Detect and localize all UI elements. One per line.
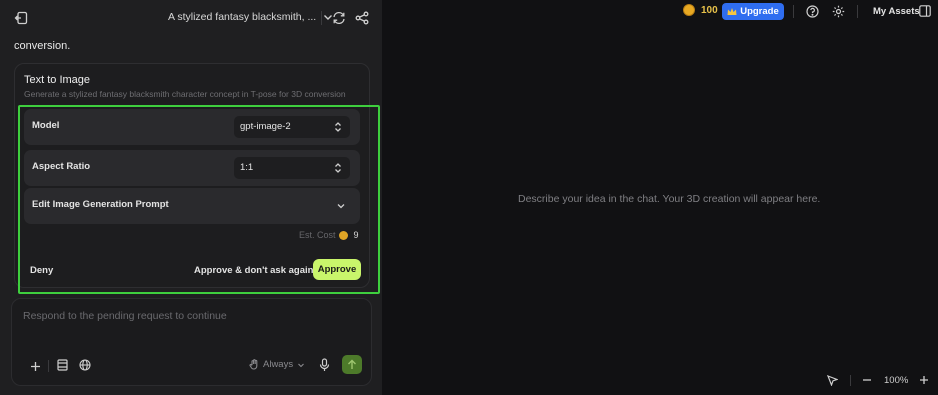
document-icon[interactable] — [56, 358, 68, 372]
help-icon[interactable] — [805, 4, 819, 18]
chat-input[interactable]: Respond to the pending request to contin… — [23, 310, 227, 322]
upgrade-label: Upgrade — [740, 6, 779, 17]
divider — [793, 5, 794, 18]
chat-input-box: Respond to the pending request to contin… — [11, 298, 372, 386]
approval-mode-label: Always — [263, 359, 294, 370]
microphone-icon[interactable] — [318, 357, 330, 372]
refresh-icon[interactable] — [331, 10, 347, 26]
credits-count: 100 — [701, 4, 718, 16]
send-button[interactable] — [342, 355, 362, 374]
globe-icon[interactable] — [78, 358, 92, 372]
my-assets-link[interactable]: My Assets — [873, 6, 920, 17]
tool-card-title: Text to Image — [24, 74, 91, 86]
upgrade-button[interactable]: Upgrade — [722, 3, 784, 20]
canvas-empty-message: Describe your idea in the chat. Your 3D … — [518, 193, 821, 205]
zoom-in-icon[interactable] — [918, 374, 930, 386]
conversation-title: A stylized fantasy blacksmith, ... — [168, 11, 317, 23]
divider — [48, 360, 49, 372]
hand-icon — [249, 359, 258, 370]
exit-icon[interactable] — [12, 9, 30, 27]
tool-card-subtitle: Generate a stylized fantasy blacksmith c… — [24, 89, 346, 99]
previous-message-text: conversion. — [14, 40, 71, 52]
panel-toggle-icon[interactable] — [918, 4, 931, 17]
approval-mode-dropdown[interactable]: Always — [249, 359, 305, 370]
plus-icon[interactable] — [29, 360, 41, 372]
divider — [321, 11, 322, 25]
crown-icon — [727, 8, 737, 15]
coin-icon — [683, 4, 695, 16]
pointer-icon[interactable] — [826, 374, 838, 386]
conversation-title-dropdown[interactable]: A stylized fantasy blacksmith, ... — [168, 11, 334, 23]
credits-display: 100 — [683, 4, 718, 16]
divider — [857, 5, 858, 18]
chat-topbar: A stylized fantasy blacksmith, ... — [0, 0, 382, 36]
zoom-level: 100% — [884, 375, 909, 386]
divider — [850, 375, 851, 386]
chevron-down-icon — [298, 363, 304, 367]
gear-icon[interactable] — [831, 4, 845, 18]
share-icon[interactable] — [354, 10, 370, 26]
zoom-out-icon[interactable] — [861, 374, 873, 386]
highlight-box — [18, 105, 380, 294]
arrow-up-icon — [348, 359, 356, 369]
